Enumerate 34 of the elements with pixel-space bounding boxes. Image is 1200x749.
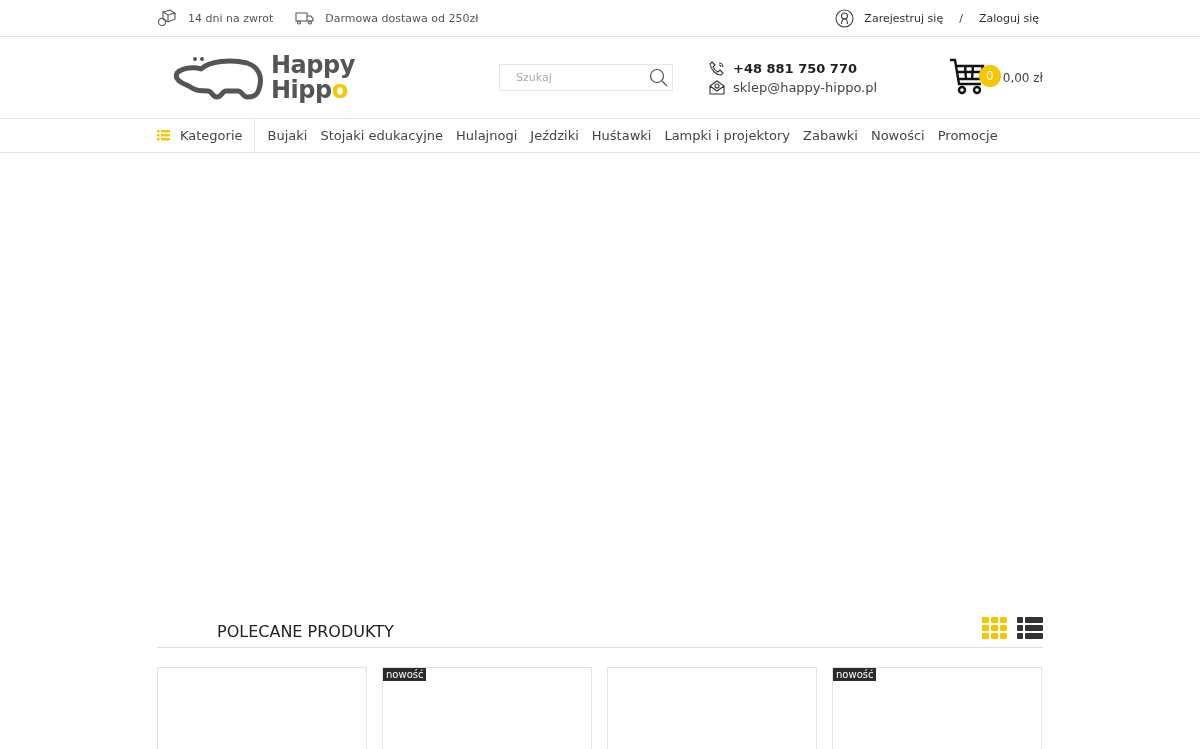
cart-count: 0 xyxy=(978,64,1001,87)
logo-wordmark: Happy Hippo xyxy=(271,52,355,103)
login-link[interactable]: Zaloguj się xyxy=(978,11,1039,25)
product-card[interactable]: nowość xyxy=(382,667,592,749)
section-title: POLECANE PRODUKTY xyxy=(217,622,394,641)
categories-button[interactable]: Kategorie xyxy=(157,119,255,152)
nav-link[interactable]: Lampki i projektory xyxy=(664,128,791,143)
new-badge: nowość xyxy=(383,668,427,681)
nav-link[interactable]: Zabawki xyxy=(803,128,858,143)
phone-number: +48 881 750 770 xyxy=(733,61,857,76)
list-icon xyxy=(157,130,170,141)
nav-link[interactable]: Nowości xyxy=(870,128,925,143)
cart-total: 0,00 zł xyxy=(1002,70,1043,85)
email-link[interactable]: sklep@happy-hippo.pl xyxy=(733,79,878,95)
package-icon xyxy=(157,9,177,27)
truck-icon xyxy=(295,11,315,25)
new-badge: nowość xyxy=(833,668,877,681)
nav-link[interactable]: Stojaki edukacyjne xyxy=(320,128,444,143)
mail-icon xyxy=(709,79,725,95)
user-icon xyxy=(835,8,855,28)
perk-text: Darmowa dostawa od 250zł xyxy=(325,11,479,25)
perk-text: 14 dni na zwrot xyxy=(188,11,274,25)
phone-icon xyxy=(709,60,725,77)
register-link[interactable]: Zarejestruj się xyxy=(864,11,944,25)
cart-icon[interactable] xyxy=(948,57,985,96)
logo[interactable]: Happy Hippo xyxy=(169,52,499,103)
nav-link[interactable]: Jeździki xyxy=(530,128,579,143)
product-card[interactable]: nowość xyxy=(832,667,1042,749)
nav-link[interactable]: Bujaki xyxy=(267,128,308,143)
list-view-button[interactable] xyxy=(1017,617,1043,639)
nav-link[interactable]: Huśtawki xyxy=(591,128,652,143)
nav-link[interactable]: Hulajnogi xyxy=(456,128,518,143)
separator: / xyxy=(959,11,963,25)
nav-link[interactable]: Promocje xyxy=(937,128,998,143)
